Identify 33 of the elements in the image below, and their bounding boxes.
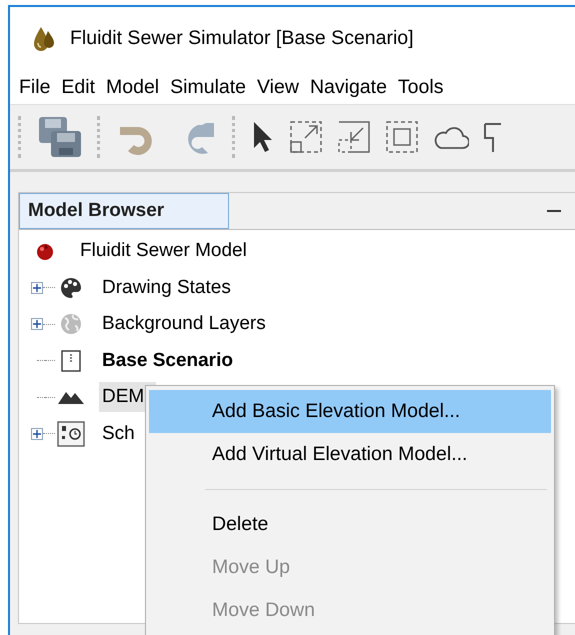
menu-item[interactable]: View bbox=[257, 76, 308, 98]
menu-item[interactable]: Edit bbox=[61, 76, 104, 98]
shape-tool-icon[interactable] bbox=[483, 120, 501, 154]
palette-icon bbox=[59, 276, 83, 300]
document-icon bbox=[60, 348, 82, 373]
panel-tab[interactable]: Model Browser bbox=[19, 193, 229, 229]
zoom-in-icon[interactable] bbox=[337, 120, 371, 154]
menu-item[interactable]: Tools bbox=[398, 76, 452, 98]
pointer-icon[interactable] bbox=[251, 120, 275, 154]
menu-item[interactable]: Model bbox=[106, 76, 168, 98]
menu-item[interactable]: Simulate bbox=[170, 76, 256, 98]
tomato-icon bbox=[35, 241, 55, 262]
menu-item[interactable]: File bbox=[19, 76, 60, 98]
drop-logo-icon bbox=[32, 24, 56, 52]
expand-button[interactable] bbox=[31, 428, 43, 440]
expand-button[interactable] bbox=[31, 318, 43, 330]
globe-icon bbox=[59, 312, 83, 336]
menu-item[interactable]: Add Basic Elevation Model... bbox=[149, 390, 551, 433]
save-all-icon[interactable] bbox=[37, 115, 83, 159]
tree-item[interactable]: Sch bbox=[99, 418, 138, 449]
tree-item[interactable]: Fluidit Sewer Model bbox=[77, 236, 250, 266]
menu-item[interactable]: Add Virtual Elevation Model... bbox=[149, 433, 551, 476]
tree-item[interactable]: Background Layers bbox=[99, 309, 269, 340]
window-title: Fluidit Sewer Simulator [Base Scenario] bbox=[70, 27, 414, 50]
tree-item[interactable]: Drawing States bbox=[99, 272, 234, 303]
minimize-icon[interactable] bbox=[547, 209, 561, 213]
menu-item[interactable]: Delete bbox=[149, 503, 551, 546]
zoom-fit-icon[interactable] bbox=[385, 120, 419, 154]
tree-item[interactable]: Base Scenario bbox=[99, 346, 236, 376]
zoom-extent-icon[interactable] bbox=[289, 120, 323, 154]
expand-button[interactable] bbox=[31, 282, 43, 294]
menu-item[interactable]: Navigate bbox=[310, 76, 396, 98]
calendar-clock-icon bbox=[57, 420, 85, 447]
